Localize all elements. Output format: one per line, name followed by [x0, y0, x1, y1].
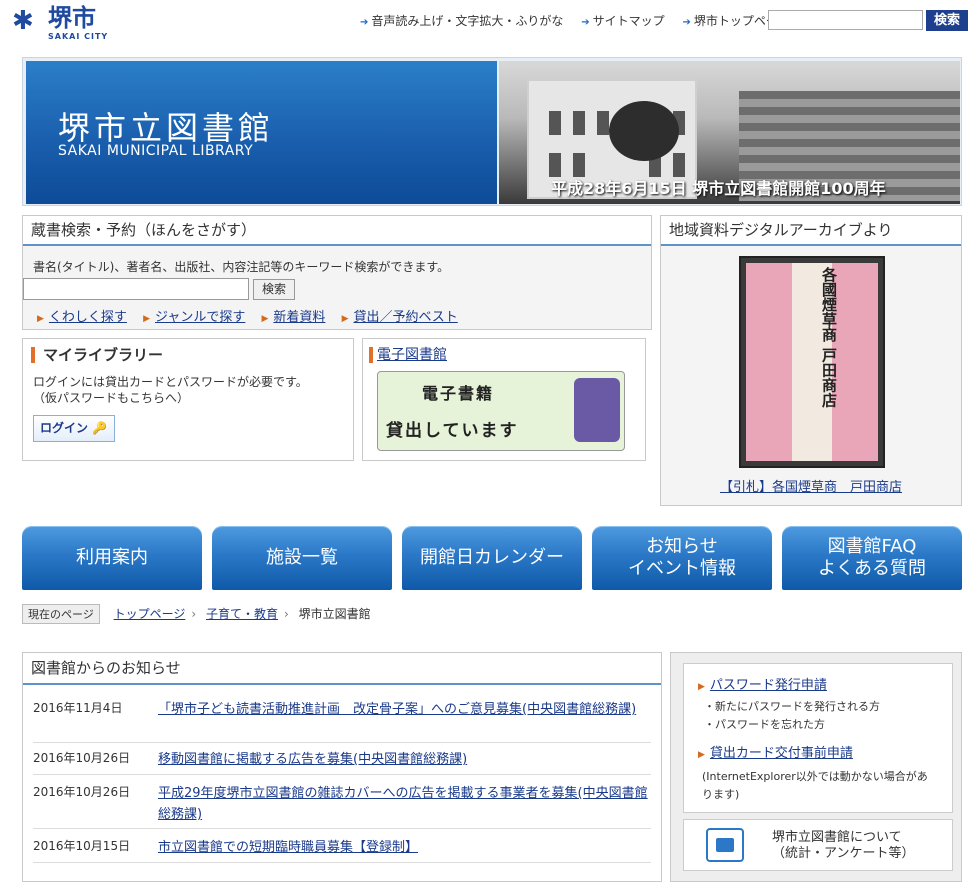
logo-en: SAKAI CITY	[48, 32, 109, 41]
arrow-right-icon: ➔	[360, 17, 369, 28]
my-library-desc-1: ログインには貸出カードとパスワードが必要です。	[33, 375, 308, 389]
header: ✱ 堺市 SAKAI CITY ➔ 音声読み上げ・文字拡大・ふりがな ➔ サイトマッ…	[0, 0, 980, 52]
digital-archive-panel: 地域資料デジタルアーカイブより 各國煙草商 戸田商店 【引札】各国煙草商 戸田商…	[660, 215, 962, 506]
news-date: 2016年11月4日	[33, 701, 123, 715]
news-date: 2016年10月15日	[33, 839, 131, 853]
site-search-button[interactable]: 検索	[926, 10, 968, 31]
my-library-panel: マイライブラリー ログインには貸出カードとパスワードが必要です。 （仮パスワード…	[22, 338, 354, 461]
about-library-link[interactable]: 堺市立図書館について （統計・アンケート等）	[683, 819, 953, 871]
my-library-title: マイライブラリー	[31, 347, 163, 363]
link-password-request[interactable]: ▶ パスワード発行申請	[698, 674, 827, 693]
breadcrumb-current-label: 現在のページ	[22, 604, 100, 624]
site-logo[interactable]: ✱ 堺市 SAKAI CITY	[12, 4, 112, 44]
toplink-accessibility[interactable]: ➔ 音声読み上げ・文字拡大・ふりがな	[360, 14, 563, 28]
banner-photo: 平成28年6月15日 堺市立図書館開館100周年	[499, 61, 960, 204]
news-link[interactable]: 市立図書館での短期臨時職員募集【登録制】	[158, 837, 653, 858]
news-date: 2016年10月26日	[33, 785, 131, 799]
site-search-input[interactable]	[768, 10, 923, 30]
about-library-text: 堺市立図書館について （統計・アンケート等）	[772, 830, 915, 861]
arrow-right-icon: ➔	[581, 17, 590, 28]
chevron-right-icon: ›	[284, 607, 289, 621]
news-link[interactable]: 「堺市子ども読書活動推進計画 改定骨子案」へのご意見募集(中央図書館総務課)	[158, 699, 653, 720]
catalog-search-title: 蔵書検索・予約（ほんをさがす）	[23, 216, 651, 246]
top-links: ➔ 音声読み上げ・文字拡大・ふりがな ➔ サイトマップ ➔ 堺市トップページ	[360, 12, 804, 29]
digital-archive-title: 地域資料デジタルアーカイブより	[661, 216, 961, 246]
breadcrumb-current: 堺市立図書館	[298, 607, 371, 621]
password-note-1: ・新たにパスワードを発行される方	[704, 700, 880, 713]
catalog-search-button[interactable]: 検索	[253, 279, 295, 300]
tree	[609, 101, 679, 161]
e-library-panel: 電子図書館 電子書籍 貸出しています	[362, 338, 646, 461]
triangle-right-icon: ▶	[341, 314, 349, 324]
password-note-2: ・パスワードを忘れた方	[704, 718, 825, 731]
card-note-2: ります)	[702, 788, 740, 801]
link-card-pre-application[interactable]: ▶ 貸出カード交付事前申請	[698, 742, 853, 761]
archive-poster-image[interactable]: 各國煙草商 戸田商店	[739, 256, 885, 468]
e-book-banner-row1: 電子書籍	[386, 384, 495, 403]
archive-caption-link[interactable]: 【引札】各国煙草商 戸田商店	[661, 476, 961, 495]
tablet-icon	[574, 378, 620, 442]
library-news-title: 図書館からのお知らせ	[23, 653, 661, 685]
e-book-banner-row2: 貸出しています	[386, 421, 519, 441]
news-item: 2016年10月26日 平成29年度堺市立図書館の雑誌カバーへの広告を掲載する事…	[33, 783, 651, 829]
sakai-city-emblem-icon: ✱	[12, 6, 34, 36]
toplink-sitemap[interactable]: ➔ サイトマップ	[581, 14, 664, 28]
link-new-materials[interactable]: ▶ 新着資料	[262, 310, 326, 325]
nav-news-events[interactable]: お知らせ イベント情報	[592, 526, 772, 590]
arrow-right-icon: ➔	[682, 17, 691, 28]
catalog-search-description: 書名(タイトル)、著者名、出版社、内容注記等のキーワード検索ができます。	[33, 260, 450, 274]
e-book-banner[interactable]: 電子書籍 貸出しています	[377, 371, 625, 451]
triangle-right-icon: ▶	[698, 750, 705, 760]
news-link[interactable]: 移動図書館に掲載する広告を募集(中央図書館総務課)	[158, 749, 653, 770]
book-icon	[706, 828, 744, 862]
link-best-loans[interactable]: ▶ 貸出／予約ベスト	[342, 310, 458, 325]
account-links-box: ▶ パスワード発行申請 ・新たにパスワードを発行される方 ・パスワードを忘れた方 …	[683, 663, 953, 813]
banner-title-area: 堺市立図書館 SAKAI MUNICIPAL LIBRARY	[26, 61, 497, 204]
chevron-right-icon: ›	[191, 607, 197, 621]
nav-facilities[interactable]: 施設一覧	[212, 526, 392, 590]
login-button[interactable]: ログイン 🔑	[33, 415, 115, 442]
banner-caption: 平成28年6月15日 堺市立図書館開館100周年	[551, 179, 886, 198]
catalog-search-panel: 蔵書検索・予約（ほんをさがす） 書名(タイトル)、著者名、出版社、内容注記等のキ…	[22, 215, 652, 330]
catalog-search-input[interactable]	[23, 278, 249, 300]
banner-subtitle: SAKAI MUNICIPAL LIBRARY	[58, 143, 254, 159]
key-icon: 🔑	[92, 421, 108, 435]
news-date: 2016年10月26日	[33, 751, 131, 765]
catalog-links: ▶ くわしく探す ▶ ジャンルで探す ▶ 新着資料 ▶ 貸出／予約ベスト	[37, 306, 470, 325]
triangle-right-icon: ▶	[261, 314, 269, 324]
breadcrumb-top[interactable]: トップページ	[114, 607, 186, 621]
triangle-right-icon: ▶	[37, 314, 44, 324]
breadcrumb-education[interactable]: 子育て・教育	[206, 607, 278, 621]
news-item: 2016年11月4日 「堺市子ども読書活動推進計画 改定骨子案」へのご意見募集(…	[33, 699, 651, 743]
main-banner: 堺市立図書館 SAKAI MUNICIPAL LIBRARY 平成28年6月15…	[22, 57, 962, 206]
news-item: 2016年10月15日 市立図書館での短期臨時職員募集【登録制】	[33, 837, 651, 863]
nav-usage-guide[interactable]: 利用案内	[22, 526, 202, 590]
side-links-panel: ▶ パスワード発行申請 ・新たにパスワードを発行される方 ・パスワードを忘れた方 …	[670, 652, 962, 882]
archive-poster-text: 各國煙草商 戸田商店	[820, 267, 838, 408]
card-note-1: (InternetExplorer以外では動かない場合があ	[702, 770, 928, 783]
triangle-right-icon: ▶	[143, 314, 150, 324]
nav-calendar[interactable]: 開館日カレンダー	[402, 526, 582, 590]
news-item: 2016年10月26日 移動図書館に掲載する広告を募集(中央図書館総務課)	[33, 749, 651, 775]
link-detailed-search[interactable]: ▶ くわしく探す	[37, 310, 127, 325]
nav-faq[interactable]: 図書館FAQ よくある質問	[782, 526, 962, 590]
e-library-link[interactable]: 電子図書館	[369, 347, 447, 363]
logo-name: 堺市	[48, 4, 96, 32]
library-news-panel: 図書館からのお知らせ 2016年11月4日 「堺市子ども読書活動推進計画 改定骨…	[22, 652, 662, 882]
triangle-right-icon: ▶	[698, 682, 705, 692]
my-library-desc-2: （仮パスワードもこちらへ）	[33, 391, 190, 405]
breadcrumb: 現在のページ トップページ › 子育て・教育 › 堺市立図書館	[22, 604, 371, 624]
news-link[interactable]: 平成29年度堺市立図書館の雑誌カバーへの広告を掲載する事業者を募集(中央図書館総…	[158, 783, 653, 825]
link-genre-search[interactable]: ▶ ジャンルで探す	[143, 310, 245, 325]
